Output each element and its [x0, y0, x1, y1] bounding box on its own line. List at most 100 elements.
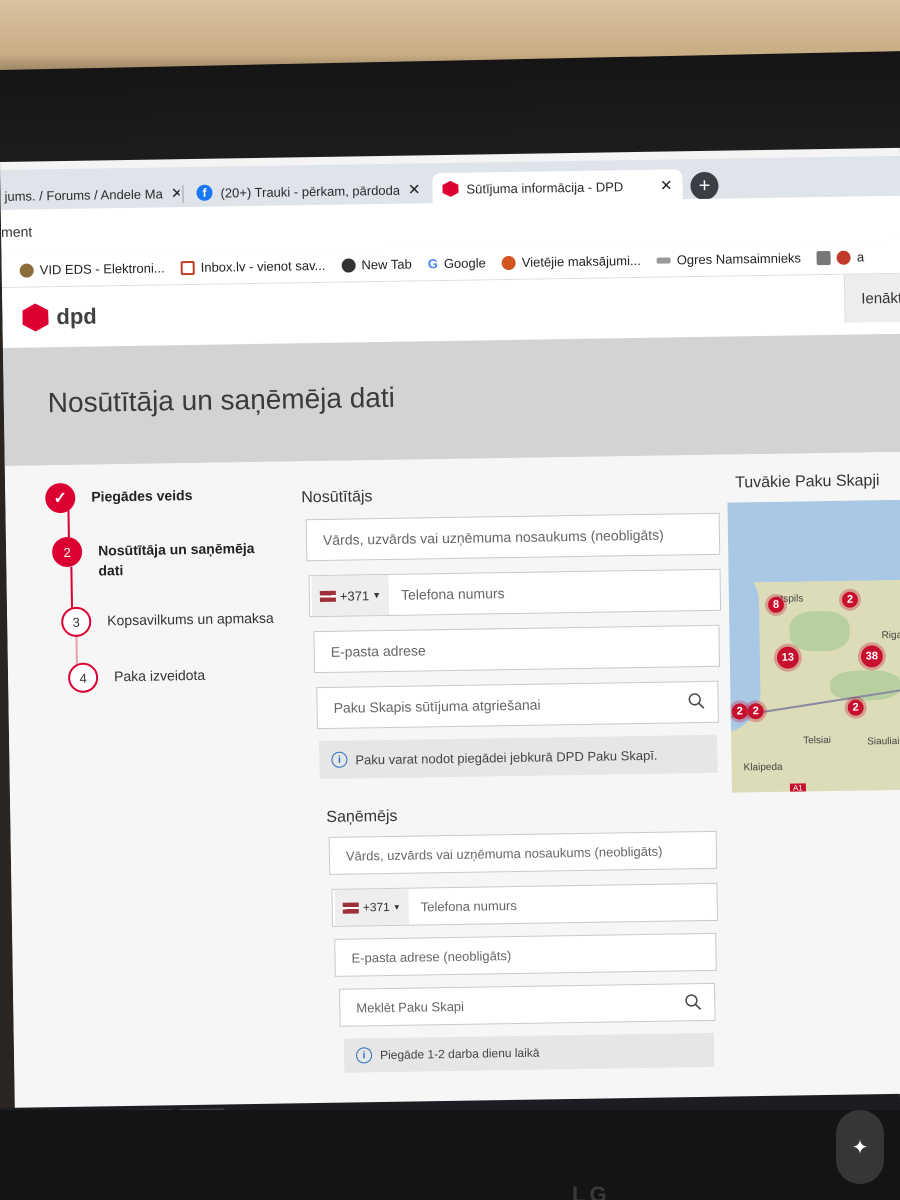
bookmark-extra[interactable]: a [816, 249, 865, 265]
sender-locker-search[interactable]: Paku Skapis sūtījuma atgriešanai [316, 680, 719, 730]
bookmark-label: Vietējie maksājumi... [521, 252, 641, 270]
close-icon[interactable]: ✕ [400, 180, 421, 198]
tab-label: (20+) Trauki - pērkam, pārdodam [220, 182, 401, 201]
step-number: 2 [51, 536, 83, 568]
bookmark-label: New Tab [361, 256, 412, 273]
check-icon: ✓ [45, 482, 76, 514]
bookmark-label: Google [443, 255, 486, 272]
latvia-flag-icon [342, 901, 359, 914]
close-icon[interactable]: ✕ [652, 176, 673, 194]
stepper: ✓ Piegādes veids 2 Nosūtītāja un saņēmēj… [45, 480, 285, 693]
locker-cluster[interactable]: 8 [764, 593, 788, 617]
placeholder: Telefona numurs [400, 585, 505, 603]
bookmark-label: VID EDS - Elektroni... [39, 260, 165, 278]
placeholder: Vārds, uzvārds vai uzņēmuma nosaukums (n… [345, 843, 663, 864]
close-icon[interactable]: ✕ [163, 184, 180, 202]
latvia-flag-icon [319, 590, 336, 602]
login-label: Ienākt [861, 289, 900, 307]
search-icon[interactable] [684, 993, 702, 1011]
map-forest [789, 610, 850, 652]
chevron-down-icon: ▼ [372, 590, 382, 601]
bookmark-label: Ogres Namsaimnieks [676, 250, 802, 268]
locker-cluster[interactable]: 2 [838, 588, 862, 611]
bookmark-icon [816, 250, 832, 265]
bookmark-label: Inbox.lv - vienot sav... [200, 257, 326, 275]
bookmark-google[interactable]: G Google [428, 255, 486, 271]
step-delivery-type[interactable]: ✓ Piegādes veids [45, 481, 193, 514]
bookmark-label: a [856, 249, 865, 265]
chevron-down-icon: ▼ [392, 902, 401, 912]
bookmark-payments[interactable]: Vietējie maksājumi... [501, 252, 641, 270]
step-label: Kopsavilkums un apmaksa [107, 609, 274, 629]
placeholder: E-pasta adrese (neobligāts) [351, 947, 512, 966]
search-icon[interactable] [687, 692, 705, 710]
dpd-logo[interactable]: dpd [22, 303, 97, 332]
page-title: Nosūtītāja un saņēmēja dati [47, 381, 396, 419]
logo-text: dpd [56, 303, 97, 330]
sender-name-field[interactable]: Vārds, uzvārds vai uzņēmuma nosaukums (n… [305, 512, 721, 562]
monitor-bezel-bottom [0, 1110, 900, 1200]
locker-cluster[interactable]: 2 [744, 700, 767, 723]
step-label: Nosūtītāja un saņēmēja dati [97, 540, 255, 579]
payments-icon [501, 255, 516, 270]
placeholder: Paku Skapis sūtījuma atgriešanai [333, 696, 541, 716]
mail-icon [180, 260, 195, 275]
placeholder: E-pasta adrese [330, 642, 426, 660]
new-tab-button[interactable]: + [690, 171, 719, 201]
road-sign: A1 [789, 783, 806, 793]
watermark-icon: ✦ [836, 1110, 884, 1184]
sender-email-field[interactable]: E-pasta adrese [313, 624, 721, 674]
bookmark-vid[interactable]: VID EDS - Elektroni... [19, 260, 165, 278]
receiver-locker-search[interactable]: Meklēt Paku Skapi [339, 982, 716, 1027]
step-label: Paka izveidota [113, 666, 206, 685]
locker-cluster[interactable]: 2 [844, 696, 867, 719]
vid-icon [19, 262, 34, 278]
info-text: Piegāde 1-2 darba dienu laikā [379, 1045, 540, 1063]
step-number: 4 [67, 662, 99, 693]
dpd-cube-icon [22, 303, 48, 331]
main-content: ✓ Piegādes veids 2 Nosūtītāja un saņēmēj… [4, 451, 900, 1112]
step-sender-receiver: 2 Nosūtītāja un saņēmēja dati [51, 534, 273, 581]
info-icon: i [355, 1047, 373, 1064]
map-place-label: Klaipeda [743, 761, 783, 774]
placeholder: Vārds, uzvārds vai uzņēmuma nosaukums (n… [322, 526, 664, 548]
tab-separator [182, 185, 184, 204]
browser-screen: jums. / Forums / Andele Ma ✕ f (20+) Tra… [0, 147, 900, 1112]
sender-title: Nosūtītājs [301, 488, 373, 507]
step-summary: 3 Kopsavilkums un apmaksa [60, 604, 274, 638]
tab-label: Sūtījuma informācija - DPD [466, 178, 624, 197]
step-label: Piegādes veids [91, 487, 193, 505]
sender-info-box: i Paku varat nodot piegādei jebkurā DPD … [319, 734, 718, 780]
map-place-label: Riga [881, 629, 900, 642]
info-icon: i [331, 751, 348, 768]
dpd-cube-icon [442, 181, 458, 197]
address-text: ment [0, 223, 33, 240]
bookmark-newtab[interactable]: New Tab [341, 257, 412, 273]
receiver-email-field[interactable]: E-pasta adrese (neobligāts) [334, 932, 717, 977]
placeholder: Meklēt Paku Skapi [356, 998, 465, 1016]
parcel-locker-map[interactable]: ntspils Riga Telsiai Siauliai Klaipeda A… [727, 499, 900, 793]
prefix-text: +371 [339, 587, 370, 604]
country-code-select[interactable]: +371 ▼ [311, 574, 390, 617]
facebook-icon: f [196, 184, 213, 201]
bookmark-icon [836, 250, 852, 265]
receiver-phone-field[interactable]: +371 ▼ Telefona numurs [331, 882, 719, 927]
receiver-name-field[interactable]: Vārds, uzvārds vai uzņēmuma nosaukums (n… [328, 830, 718, 875]
lg-logo: LG [572, 1182, 611, 1200]
locker-cluster[interactable]: 13 [773, 643, 803, 672]
google-icon: G [427, 256, 438, 272]
locker-cluster[interactable]: 38 [857, 642, 887, 671]
bookmark-inbox[interactable]: Inbox.lv - vienot sav... [180, 257, 326, 275]
map-title: Tuvākie Paku Skapji [734, 472, 880, 492]
placeholder: Telefona numurs [420, 897, 517, 914]
login-button[interactable]: Ienākt [843, 273, 900, 323]
country-code-select[interactable]: +371 ▼ [334, 888, 409, 926]
prefix-text: +371 [362, 899, 390, 915]
info-text: Paku varat nodot piegādei jebkurā DPD Pa… [355, 747, 658, 767]
title-band: Nosūtītāja un saņēmēja dati [2, 333, 900, 466]
sender-phone-field[interactable]: +371 ▼ Telefona numurs [308, 568, 722, 618]
building-icon [656, 256, 671, 264]
map-place-label: Siauliai [867, 735, 900, 748]
bookmark-ogres[interactable]: Ogres Namsaimnieks [656, 250, 802, 268]
step-number: 3 [60, 606, 92, 638]
